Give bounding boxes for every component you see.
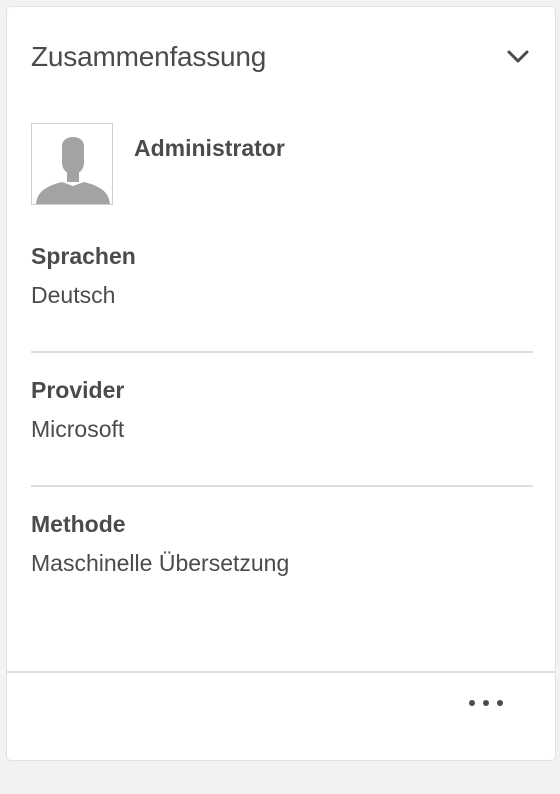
divider — [31, 485, 533, 487]
field-label: Provider — [31, 377, 125, 403]
dot — [497, 700, 503, 706]
field-label: Sprachen — [31, 243, 136, 269]
user-summary: Administrator — [31, 123, 285, 205]
divider — [31, 351, 533, 353]
field-methode: Methode Maschinelle Übersetzung — [31, 511, 533, 577]
user-name: Administrator — [134, 135, 285, 161]
field-value: Microsoft — [31, 416, 125, 442]
dot — [483, 700, 489, 706]
avatar — [31, 123, 113, 205]
user-silhouette-icon — [36, 137, 110, 204]
footer-divider — [7, 671, 555, 673]
field-sprachen: Sprachen Deutsch — [31, 243, 533, 309]
field-provider: Provider Microsoft — [31, 377, 533, 443]
more-horizontal-icon[interactable] — [469, 693, 503, 713]
field-value: Maschinelle Übersetzung — [31, 550, 290, 576]
chevron-down-icon[interactable] — [505, 44, 531, 70]
dot — [469, 700, 475, 706]
field-label: Methode — [31, 511, 126, 537]
card-header: Zusammenfassung — [31, 37, 531, 77]
field-value: Deutsch — [31, 282, 116, 308]
summary-card: Zusammenfassung Administrator Sprachen D… — [6, 6, 556, 761]
card-title: Zusammenfassung — [31, 41, 267, 72]
